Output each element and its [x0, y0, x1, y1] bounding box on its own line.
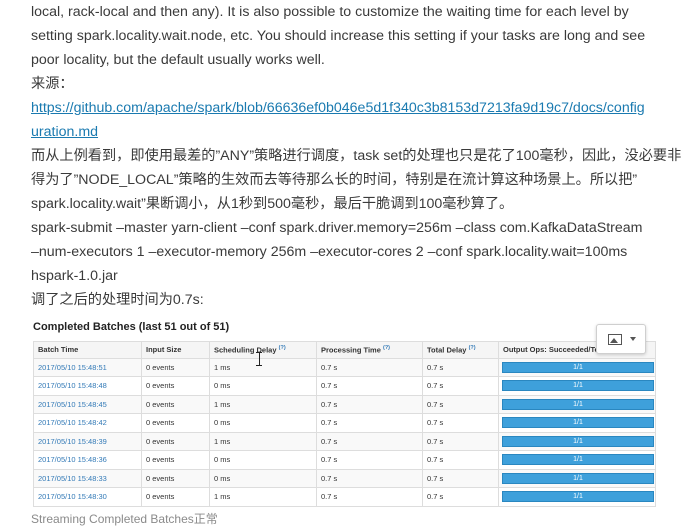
- completed-batches-table: Batch Time Input Size Scheduling Delay (…: [33, 341, 656, 507]
- output-ops-progress-bar: 1/1: [502, 472, 654, 484]
- total-delay-cell: 0.7 s: [422, 450, 499, 470]
- help-icon[interactable]: (?): [383, 345, 390, 351]
- total-delay-cell: 0.7 s: [422, 431, 499, 451]
- image-icon: [608, 334, 622, 345]
- processing-time-cell: 0.7 s: [316, 450, 423, 470]
- output-ops-progress-bar: 1/1: [502, 398, 654, 410]
- output-ops-cell: 1/1: [498, 357, 656, 377]
- processing-time-cell: 0.7 s: [316, 487, 423, 507]
- output-ops-progress-bar: 1/1: [502, 361, 654, 373]
- input-size-cell: 0 events: [141, 450, 210, 470]
- column-header-batch-time[interactable]: Batch Time: [33, 341, 142, 359]
- processing-time-cell: 0.7 s: [316, 413, 423, 433]
- completed-batches-figure: Completed Batches (last 51 out of 51) Ba…: [31, 318, 657, 507]
- scheduling-delay-cell: 1 ms: [209, 487, 317, 507]
- output-ops-cell: 1/1: [498, 376, 656, 396]
- image-options-button[interactable]: [596, 324, 646, 354]
- input-size-cell: 0 events: [141, 394, 210, 414]
- scheduling-delay-cell: 1 ms: [209, 357, 317, 377]
- completed-batches-title: Completed Batches (last 51 out of 51): [33, 321, 230, 333]
- paragraph-line: spark.locality.wait”果断调小，从1秒到500毫秒，最后干脆调…: [31, 196, 514, 212]
- source-label: 来源：: [31, 76, 74, 92]
- column-header-scheduling-delay[interactable]: Scheduling Delay (?): [209, 341, 317, 359]
- processing-time-cell: 0.7 s: [316, 468, 423, 488]
- table-row: 2017/05/10 15:48:42 0 events 0 ms 0.7 s 0.7 …: [33, 413, 656, 433]
- processing-time-cell: 0.7 s: [316, 431, 423, 451]
- paragraph-line: 调了之后的处理时间为0.7s:: [31, 292, 204, 308]
- scheduling-delay-cell: 0 ms: [209, 413, 317, 433]
- help-icon[interactable]: (?): [469, 345, 476, 351]
- text-cursor-icon: [256, 352, 262, 366]
- output-ops-progress-bar: 1/1: [502, 491, 654, 503]
- output-ops-progress-bar: 1/1: [502, 435, 654, 447]
- input-size-cell: 0 events: [141, 487, 210, 507]
- table-row: 2017/05/10 15:48:48 0 events 0 ms 0.7 s 0.7 …: [33, 376, 656, 396]
- input-size-cell: 0 events: [141, 468, 210, 488]
- batch-time-link[interactable]: 2017/05/10 15:48:42: [33, 413, 142, 433]
- batch-time-link[interactable]: 2017/05/10 15:48:45: [33, 394, 142, 414]
- output-ops-cell: 1/1: [498, 487, 656, 507]
- column-header-input-size[interactable]: Input Size: [141, 341, 210, 359]
- total-delay-cell: 0.7 s: [422, 394, 499, 414]
- help-icon[interactable]: (?): [279, 345, 286, 351]
- output-ops-cell: 1/1: [498, 468, 656, 488]
- total-delay-cell: 0.7 s: [422, 376, 499, 396]
- input-size-cell: 0 events: [141, 357, 210, 377]
- total-delay-cell: 0.7 s: [422, 357, 499, 377]
- paragraph-line: 而从上例看到，即使用最差的”ANY”策略进行调度，task set的处理也只是花…: [31, 148, 682, 164]
- processing-time-cell: 0.7 s: [316, 394, 423, 414]
- table-row: 2017/05/10 15:48:33 0 events 0 ms 0.7 s 0.7 …: [33, 468, 656, 488]
- scheduling-delay-cell: 1 ms: [209, 394, 317, 414]
- output-ops-cell: 1/1: [498, 413, 656, 433]
- output-ops-cell: 1/1: [498, 431, 656, 451]
- output-ops-cell: 1/1: [498, 394, 656, 414]
- paragraph-line: local, rack-local and then any). It is a…: [31, 4, 629, 20]
- batch-time-link[interactable]: 2017/05/10 15:48:36: [33, 450, 142, 470]
- command-line: –num-executors 1 –executor-memory 256m –…: [31, 244, 628, 260]
- scheduling-delay-cell: 1 ms: [209, 431, 317, 451]
- column-header-processing-time[interactable]: Processing Time (?): [316, 341, 423, 359]
- processing-time-cell: 0.7 s: [316, 357, 423, 377]
- input-size-cell: 0 events: [141, 413, 210, 433]
- source-link[interactable]: https://github.com/apache/spark/blob/666…: [31, 96, 645, 120]
- table-row: 2017/05/10 15:48:39 0 events 1 ms 0.7 s 0.7 …: [33, 431, 656, 451]
- batch-time-link[interactable]: 2017/05/10 15:48:51: [33, 357, 142, 377]
- paragraph-line: poor locality, but the default usually w…: [31, 52, 325, 68]
- command-line: spark-submit –master yarn-client –conf s…: [31, 220, 643, 236]
- table-row: 2017/05/10 15:48:30 0 events 1 ms 0.7 s 0.7 …: [33, 487, 656, 507]
- table-row: 2017/05/10 15:48:51 0 events 1 ms 0.7 s 0.7 …: [33, 357, 656, 377]
- batch-time-link[interactable]: 2017/05/10 15:48:48: [33, 376, 142, 396]
- scheduling-delay-cell: 0 ms: [209, 468, 317, 488]
- output-ops-progress-bar: 1/1: [502, 417, 654, 429]
- output-ops-progress-bar: 1/1: [502, 380, 654, 392]
- table-row: 2017/05/10 15:48:45 0 events 1 ms 0.7 s 0.7 …: [33, 394, 656, 414]
- command-line: hspark-1.0.jar: [31, 268, 118, 284]
- column-header-total-delay[interactable]: Total Delay (?): [422, 341, 499, 359]
- figure-caption: Streaming Completed Batches正常: [31, 512, 218, 526]
- total-delay-cell: 0.7 s: [422, 413, 499, 433]
- scheduling-delay-cell: 0 ms: [209, 450, 317, 470]
- paragraph-line: 得为了”NODE_LOCAL”策略的生效而去等待那么长的时间，特别是在流计算这种…: [31, 172, 638, 188]
- input-size-cell: 0 events: [141, 376, 210, 396]
- total-delay-cell: 0.7 s: [422, 468, 499, 488]
- scheduling-delay-cell: 0 ms: [209, 376, 317, 396]
- table-row: 2017/05/10 15:48:36 0 events 0 ms 0.7 s 0.7 …: [33, 450, 656, 470]
- processing-time-cell: 0.7 s: [316, 376, 423, 396]
- source-link-continued[interactable]: uration.md: [31, 120, 98, 144]
- input-size-cell: 0 events: [141, 431, 210, 451]
- batch-time-link[interactable]: 2017/05/10 15:48:33: [33, 468, 142, 488]
- batch-time-link[interactable]: 2017/05/10 15:48:39: [33, 431, 142, 451]
- batch-time-link[interactable]: 2017/05/10 15:48:30: [33, 487, 142, 507]
- chevron-down-icon: [630, 337, 636, 341]
- table-header-row: Batch Time Input Size Scheduling Delay (…: [33, 341, 656, 359]
- total-delay-cell: 0.7 s: [422, 487, 499, 507]
- output-ops-cell: 1/1: [498, 450, 656, 470]
- output-ops-progress-bar: 1/1: [502, 454, 654, 466]
- paragraph-line: setting spark.locality.wait.node, etc. Y…: [31, 28, 646, 44]
